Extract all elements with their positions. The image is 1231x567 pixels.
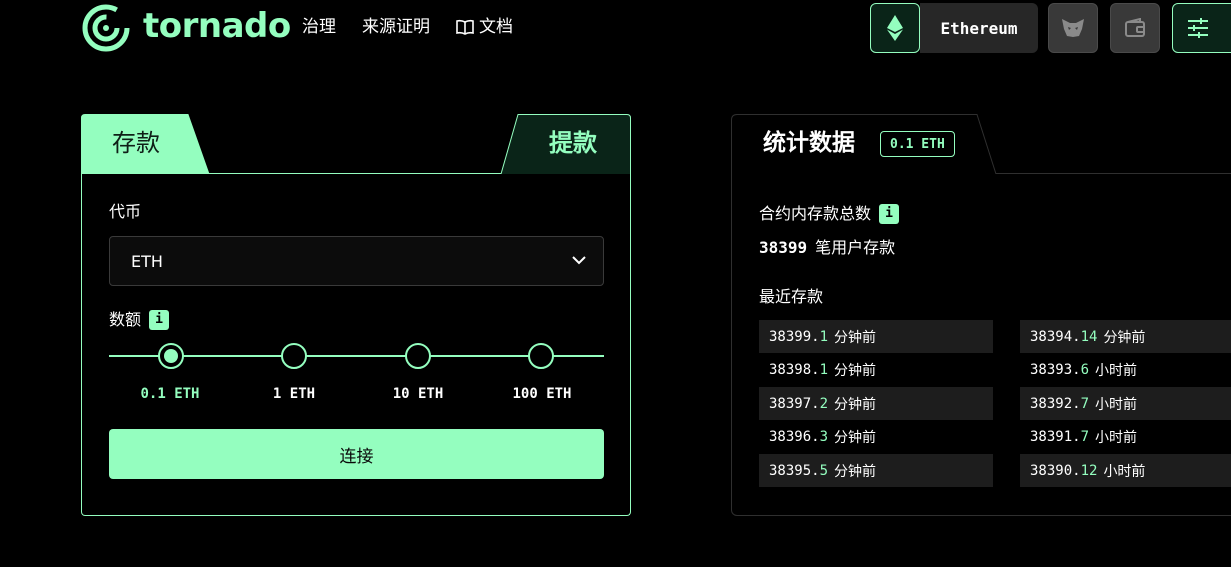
total-deposits-label: 合约内存款总数 i xyxy=(759,204,900,224)
list-item: 38397. 2 分钟前 xyxy=(759,387,993,420)
amount-option-0-1[interactable] xyxy=(158,343,184,369)
deposit-time-unit: 分钟前 xyxy=(834,463,877,480)
token-select-value: ETH xyxy=(131,251,163,271)
recent-deposits-label: 最近存款 xyxy=(759,287,823,307)
amount-option-10[interactable] xyxy=(405,343,431,369)
deposit-id: 38396. xyxy=(769,428,820,445)
deposit-id: 38391. xyxy=(1030,428,1081,445)
deposit-time-unit: 小时前 xyxy=(1095,429,1138,446)
network-icon-button[interactable] xyxy=(870,3,920,53)
amount-label-10[interactable]: 10 ETH xyxy=(368,386,468,402)
amount-option-1[interactable] xyxy=(281,343,307,369)
nav-governance-label: 治理 xyxy=(302,17,336,37)
stats-card: 统计数据 0.1 ETH 合约内存款总数 i 38399 笔用户存款 最近存款 3… xyxy=(731,114,1231,516)
nav-docs[interactable]: 文档 xyxy=(456,16,513,38)
wallet-icon xyxy=(1125,18,1145,37)
deposit-card: 存款 提款 代币 ETH 数额 i 0.1 ETH 1 ETH 10 ETH 1… xyxy=(81,114,631,516)
deposit-id: 38398. xyxy=(769,361,820,378)
deposit-time-unit: 分钟前 xyxy=(834,429,877,446)
deposit-time: 5 xyxy=(819,462,829,479)
wallet-button[interactable] xyxy=(1110,3,1160,53)
total-count-suffix: 笔用户存款 xyxy=(815,238,896,257)
nav-docs-label: 文档 xyxy=(479,17,513,37)
settings-button[interactable] xyxy=(1172,3,1231,53)
list-item: 38398. 1 分钟前 xyxy=(759,353,993,386)
nav-governance[interactable]: 治理 xyxy=(302,16,336,38)
deposit-time: 14 xyxy=(1080,328,1098,345)
deposit-time-unit: 分钟前 xyxy=(834,362,877,379)
network-selector[interactable]: Ethereum xyxy=(920,3,1038,53)
amount-slider[interactable] xyxy=(109,342,604,372)
amount-label-100[interactable]: 100 ETH xyxy=(492,386,592,402)
info-icon[interactable]: i xyxy=(149,310,170,330)
deposit-time-unit: 分钟前 xyxy=(834,396,877,413)
deposit-form: 代币 ETH 数额 i 0.1 ETH 1 ETH 10 ETH 100 ETH… xyxy=(81,174,631,516)
amount-label: 数额 i xyxy=(109,310,170,330)
deposit-id: 38390. xyxy=(1030,462,1081,479)
nav-proof-of-source[interactable]: 来源证明 xyxy=(362,16,430,38)
deposit-time-unit: 小时前 xyxy=(1095,362,1138,379)
deposit-id: 38395. xyxy=(769,462,820,479)
info-icon[interactable]: i xyxy=(879,204,900,224)
tab-deposit[interactable]: 存款 xyxy=(112,128,160,158)
deposit-time: 7 xyxy=(1080,395,1090,412)
total-deposits-count: 38399 笔用户存款 xyxy=(759,238,895,258)
total-count-number: 38399 xyxy=(759,238,808,257)
list-item: 38391. 7 小时前 xyxy=(1020,420,1231,453)
main-nav: 治理 来源证明 文档 xyxy=(302,16,539,38)
deposit-time: 3 xyxy=(819,428,829,445)
deposit-id: 38397. xyxy=(769,395,820,412)
deposit-time: 6 xyxy=(1080,361,1090,378)
connect-button[interactable]: 连接 xyxy=(109,429,604,479)
chevron-down-icon xyxy=(572,256,586,265)
list-item: 38395. 5 分钟前 xyxy=(759,454,993,487)
brand-name[interactable]: tornado xyxy=(143,6,291,46)
deposit-time: 1 xyxy=(819,361,829,378)
deposit-id: 38394. xyxy=(1030,328,1081,345)
amount-label-1[interactable]: 1 ETH xyxy=(244,386,344,402)
deposit-id: 38399. xyxy=(769,328,820,345)
ethereum-icon xyxy=(887,15,903,41)
deposit-time-unit: 分钟前 xyxy=(1103,329,1146,346)
tab-withdraw[interactable]: 提款 xyxy=(549,128,597,158)
deposit-time-unit: 小时前 xyxy=(1095,396,1138,413)
deposit-id: 38392. xyxy=(1030,395,1081,412)
token-select[interactable]: ETH xyxy=(109,236,604,286)
deposit-time-unit: 分钟前 xyxy=(834,329,877,346)
deposit-id: 38393. xyxy=(1030,361,1081,378)
list-item: 38399. 1 分钟前 xyxy=(759,320,993,353)
tornado-logo-icon[interactable] xyxy=(82,4,130,52)
stats-amount-badge: 0.1 ETH xyxy=(880,131,955,157)
book-icon xyxy=(456,19,474,35)
sliders-icon xyxy=(1188,18,1208,38)
stats-title: 统计数据 xyxy=(763,129,855,156)
nav-proof-label: 来源证明 xyxy=(362,17,430,37)
recent-deposits-label-text: 最近存款 xyxy=(759,287,824,306)
deposit-time: 7 xyxy=(1080,428,1090,445)
amount-label-0-1[interactable]: 0.1 ETH xyxy=(120,386,220,402)
list-item: 38396. 3 分钟前 xyxy=(759,420,993,453)
amount-option-100[interactable] xyxy=(528,343,554,369)
deposit-time: 12 xyxy=(1080,462,1098,479)
deposit-time-unit: 小时前 xyxy=(1103,463,1146,480)
list-item: 38393. 6 小时前 xyxy=(1020,353,1231,386)
total-deposits-label-text: 合约内存款总数 xyxy=(759,204,872,223)
stats-body: 合约内存款总数 i 38399 笔用户存款 最近存款 38399. 1 分钟前 383… xyxy=(731,174,1231,516)
metamask-button[interactable] xyxy=(1048,3,1098,53)
amount-label-text: 数额 xyxy=(109,310,142,329)
token-label-text: 代币 xyxy=(109,202,142,221)
token-label: 代币 xyxy=(109,202,141,222)
deposit-time: 2 xyxy=(819,395,829,412)
deposit-time: 1 xyxy=(819,328,829,345)
list-item: 38392. 7 小时前 xyxy=(1020,387,1231,420)
list-item: 38394. 14 分钟前 xyxy=(1020,320,1231,353)
list-item: 38390. 12 小时前 xyxy=(1020,454,1231,487)
fox-icon xyxy=(1062,19,1084,37)
